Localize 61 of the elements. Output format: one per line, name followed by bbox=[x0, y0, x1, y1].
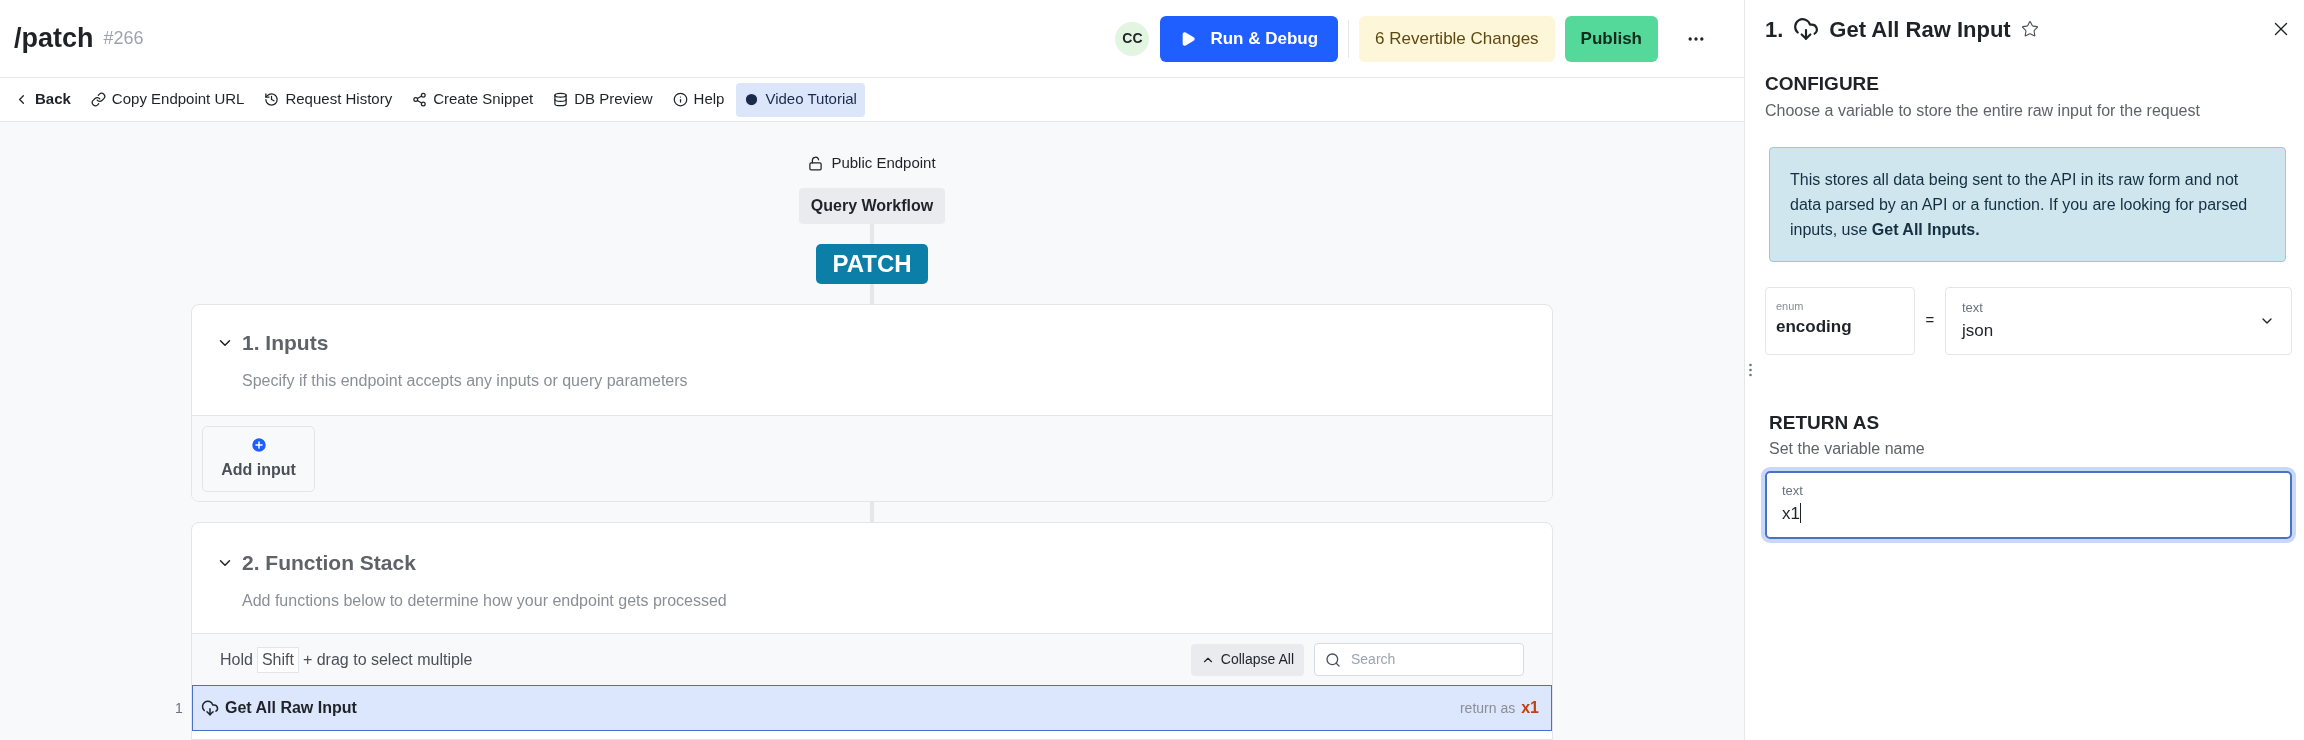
field-value: json bbox=[1962, 319, 1995, 342]
field-label: text bbox=[1962, 299, 1984, 317]
section-title: 1. Inputs bbox=[242, 330, 329, 356]
toolbar-item[interactable]: Create Snippet bbox=[404, 82, 542, 117]
toolbar-icon bbox=[264, 92, 280, 107]
return-variable: x1 bbox=[1521, 698, 1539, 718]
access-label: Public Endpoint bbox=[831, 152, 936, 173]
toolbar-item[interactable]: Help bbox=[664, 82, 733, 117]
section-description: Choose a variable to store the entire raw input for the request bbox=[1765, 100, 2201, 121]
step-name: Get All Raw Input bbox=[225, 698, 357, 718]
revertible-changes-button[interactable]: 6 Revertible Changes bbox=[1359, 15, 1555, 62]
section-title: 2. Function Stack bbox=[242, 550, 416, 576]
field-value: x1 bbox=[1782, 502, 1800, 525]
equals-sign: = bbox=[1924, 310, 1936, 331]
toolbar-item[interactable]: Back bbox=[6, 82, 79, 117]
step-number: 1. bbox=[1765, 15, 1784, 44]
toolbar-item[interactable]: Copy Endpoint URL bbox=[82, 82, 253, 117]
toolbar-icon bbox=[672, 92, 688, 107]
endpoint-number: #266 bbox=[103, 27, 144, 50]
toolbar-item[interactable]: Request History bbox=[256, 82, 401, 117]
toolbar-icon bbox=[553, 92, 569, 107]
workflow-label: Query Workflow bbox=[798, 188, 946, 224]
section-heading: RETURN AS bbox=[1769, 410, 1881, 435]
run-debug-button[interactable]: Run & Debug bbox=[1160, 15, 1339, 62]
section-description: Specify if this endpoint accepts any inputs or query parameters bbox=[242, 370, 689, 391]
return-label: return as bbox=[1459, 698, 1516, 718]
toolbar-icon bbox=[744, 92, 760, 107]
plus-icon bbox=[249, 436, 268, 454]
publish-button[interactable]: Publish bbox=[1564, 15, 1658, 62]
shift-key: Shift bbox=[256, 646, 299, 673]
unlocked-icon bbox=[808, 155, 824, 171]
search-placeholder: Search bbox=[1351, 650, 1396, 669]
panel-title: Get All Raw Input bbox=[1829, 15, 2011, 44]
toolbar-item[interactable]: DB Preview bbox=[545, 82, 661, 117]
add-input-button[interactable]: Add input bbox=[202, 426, 315, 492]
param-name-field[interactable]: enum encoding bbox=[1765, 286, 1915, 355]
collapse-all-button[interactable]: Collapse All bbox=[1190, 643, 1304, 676]
section-description: Set the variable name bbox=[1769, 439, 1926, 459]
toolbar-icon bbox=[90, 92, 106, 107]
endpoint-title: /patch bbox=[14, 22, 94, 56]
field-label: text bbox=[1782, 482, 1804, 500]
hint-text: Hold bbox=[220, 649, 253, 670]
hint-text: + drag to select multiple bbox=[302, 649, 473, 670]
play-icon bbox=[1180, 30, 1197, 47]
field-label: enum bbox=[1776, 298, 1805, 314]
user-avatar[interactable]: CC bbox=[1115, 21, 1150, 56]
cloud-download-icon bbox=[201, 699, 219, 717]
text-cursor bbox=[1799, 503, 1801, 524]
param-value-select[interactable]: text json bbox=[1945, 286, 2292, 355]
method-badge: PATCH bbox=[816, 244, 928, 284]
drag-handle-icon[interactable] bbox=[1748, 363, 1752, 377]
cloud-download-icon bbox=[1793, 16, 1820, 42]
toolbar-icon bbox=[412, 92, 428, 107]
toolbar-item[interactable]: Video Tutorial bbox=[736, 82, 865, 117]
info-note: This stores all data being sent to the API in its raw form and not data parsed by an API or a function. If you are looking for parsed inputs, use Get All Inputs. bbox=[1769, 146, 2286, 262]
field-value: encoding bbox=[1776, 316, 1853, 338]
section-heading: CONFIGURE bbox=[1765, 72, 1880, 96]
step-number: 1 bbox=[175, 698, 183, 718]
star-icon[interactable] bbox=[2020, 20, 2039, 38]
search-icon bbox=[1325, 651, 1341, 668]
section-description: Add functions below to determine how your endpoint gets processed bbox=[242, 590, 728, 611]
